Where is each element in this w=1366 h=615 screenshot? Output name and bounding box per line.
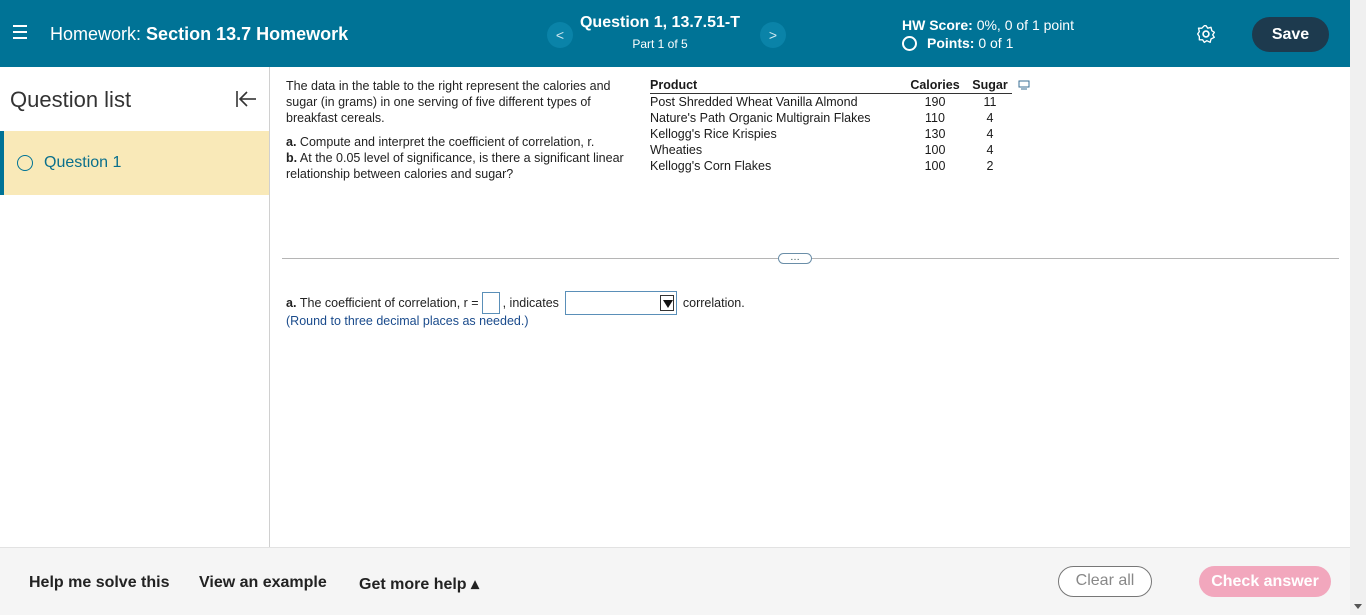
answer-middle: , indicates bbox=[502, 296, 559, 310]
problem-part-b: b. At the 0.05 level of significance, is… bbox=[286, 150, 638, 182]
answer-part-label: a. bbox=[286, 296, 297, 310]
page-scrollbar[interactable] bbox=[1350, 0, 1366, 615]
gear-icon[interactable] bbox=[1196, 24, 1216, 44]
table-header-row: Product Calories Sugar bbox=[650, 77, 1012, 94]
part-b-text: At the 0.05 level of significance, is th… bbox=[286, 151, 624, 181]
save-button[interactable]: Save bbox=[1252, 17, 1329, 52]
get-more-help-button[interactable]: Get more help ▴ bbox=[359, 574, 479, 594]
hw-score-label: HW Score: bbox=[902, 17, 973, 33]
table-cell: 190 bbox=[924, 95, 946, 109]
table-cell: Post Shredded Wheat Vanilla Almond bbox=[650, 95, 858, 109]
table-cell: Wheaties bbox=[650, 143, 703, 157]
table-cell: 4 bbox=[986, 127, 994, 141]
correlation-type-dropdown[interactable] bbox=[564, 291, 677, 315]
table-cell: 4 bbox=[986, 143, 994, 157]
part-b-label: b. bbox=[286, 151, 298, 165]
table-cell: 100 bbox=[924, 159, 946, 173]
points-label: Points: bbox=[927, 35, 975, 51]
homework-prefix: Homework: bbox=[50, 24, 142, 44]
table-row: Kellogg's Corn Flakes 100 2 bbox=[650, 158, 1012, 174]
column-header-product: Product bbox=[650, 77, 902, 94]
table-cell: Kellogg's Rice Krispies bbox=[650, 127, 777, 141]
hw-score-value: 0%, 0 of 1 point bbox=[976, 17, 1074, 33]
correlation-input[interactable] bbox=[481, 292, 500, 314]
hw-score: HW Score: 0%, 0 of 1 point bbox=[902, 17, 1074, 33]
question-list-item-label: Question 1 bbox=[44, 154, 122, 171]
copy-icon[interactable] bbox=[1018, 80, 1030, 90]
part-a-text: Compute and interpret the coefficient of… bbox=[299, 135, 595, 149]
points: Points: 0 of 1 bbox=[902, 35, 1013, 51]
table-cell: Nature's Path Organic Multigrain Flakes bbox=[650, 111, 871, 125]
points-value: 0 of 1 bbox=[978, 35, 1014, 51]
table-cell: 2 bbox=[986, 159, 994, 173]
collapse-left-icon[interactable] bbox=[234, 89, 258, 109]
answer-line: a. The coefficient of correlation, r = ,… bbox=[286, 291, 745, 315]
table-row: Nature's Path Organic Multigrain Flakes 1… bbox=[650, 110, 1012, 126]
expand-more-button[interactable]: … bbox=[778, 253, 812, 264]
next-question-button[interactable]: > bbox=[760, 22, 786, 48]
dropdown-arrow-icon[interactable] bbox=[659, 295, 674, 311]
help-me-solve-button[interactable]: Help me solve this bbox=[29, 574, 170, 592]
hamburger-menu-icon[interactable] bbox=[13, 25, 27, 39]
table-row: Kellogg's Rice Krispies 130 4 bbox=[650, 126, 1012, 142]
scroll-down-arrow-icon[interactable] bbox=[1354, 604, 1362, 609]
column-header-sugar: Sugar bbox=[968, 77, 1012, 94]
footer-bar: Help me solve this View an example Get m… bbox=[0, 547, 1350, 615]
homework-name: Section 13.7 Homework bbox=[146, 24, 349, 44]
radio-icon bbox=[17, 155, 33, 171]
table-cell: 110 bbox=[925, 111, 945, 125]
clear-all-button[interactable]: Clear all bbox=[1058, 566, 1152, 597]
column-header-calories: Calories bbox=[902, 77, 968, 94]
check-answer-button[interactable]: Check answer bbox=[1199, 566, 1331, 597]
problem-intro: The data in the table to the right repre… bbox=[286, 79, 611, 125]
table-row: Post Shredded Wheat Vanilla Almond 190 11 bbox=[650, 94, 1012, 111]
table-cell: 130 bbox=[924, 127, 946, 141]
question-list-title: Question list bbox=[10, 87, 132, 112]
table-cell: 100 bbox=[924, 143, 946, 157]
question-part: Part 1 of 5 bbox=[632, 37, 688, 51]
answer-prefix: The coefficient of correlation, r = bbox=[299, 296, 479, 310]
table-cell: Kellogg's Corn Flakes bbox=[650, 159, 772, 173]
table-cell: 4 bbox=[986, 111, 994, 125]
problem-part-a: a. Compute and interpret the coefficient… bbox=[286, 134, 638, 150]
problem-statement: The data in the table to the right repre… bbox=[286, 78, 638, 182]
question-title: Question 1, 13.7.51-T bbox=[579, 14, 741, 31]
homework-title: Homework: Section 13.7 Homework bbox=[50, 24, 348, 45]
table-row: Wheaties 100 4 bbox=[650, 142, 1012, 158]
top-header: Homework: Section 13.7 Homework < Questi… bbox=[0, 0, 1350, 67]
rounding-note: (Round to three decimal places as needed… bbox=[286, 314, 529, 328]
data-table: Product Calories Sugar Post Shredded Whe… bbox=[650, 77, 1012, 174]
view-example-button[interactable]: View an example bbox=[199, 574, 327, 592]
part-a-label: a. bbox=[286, 135, 297, 149]
answer-suffix: correlation. bbox=[682, 296, 745, 310]
table-cell: 11 bbox=[983, 95, 997, 109]
question-list-item[interactable]: Question 1 bbox=[0, 131, 269, 195]
points-ring-icon bbox=[902, 35, 917, 51]
question-list-sidebar: Question list Question 1 bbox=[0, 67, 270, 547]
